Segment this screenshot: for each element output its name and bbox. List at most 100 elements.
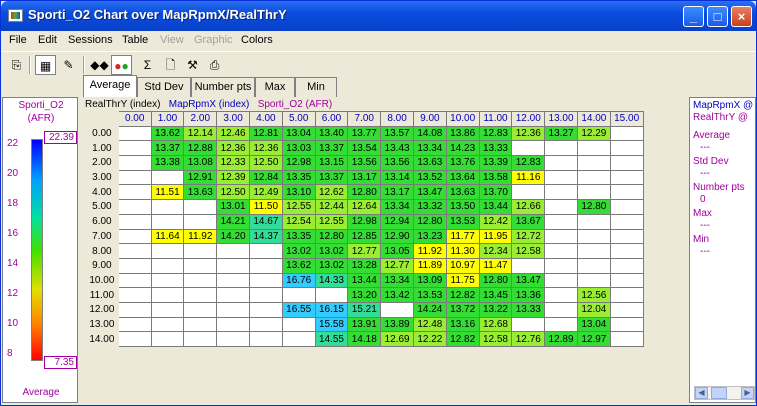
grid-cell[interactable]: 13.34 [380,199,414,215]
grid-cell[interactable]: 12.80 [347,184,382,201]
grid-cell[interactable]: 12.49 [248,184,283,201]
grid-cell[interactable] [609,169,644,186]
grid-cell[interactable]: 13.27 [544,125,578,142]
grid-cell[interactable] [150,257,185,274]
grid-cell[interactable]: 12.88 [183,140,218,157]
grid-cell[interactable] [511,140,546,157]
grid-cell[interactable] [544,301,578,318]
grid-cell[interactable] [609,287,644,303]
grid-cell[interactable] [248,272,283,289]
grid-cell[interactable]: 13.86 [445,125,480,142]
grid-cell[interactable]: 13.02 [314,257,349,274]
grid-cell[interactable] [216,301,250,318]
table-view-icon[interactable]: ▦ [35,55,56,75]
grid-cell[interactable] [183,257,218,274]
grid-cell[interactable]: 11.51 [150,184,185,201]
tab-max[interactable]: Max [255,77,295,97]
grid-cell[interactable]: 15.21 [347,301,382,318]
grid-cell[interactable]: 12.56 [576,287,611,303]
grid-cell[interactable]: 16.15 [314,301,349,318]
grid-cell[interactable]: 13.04 [281,125,316,142]
title-bar[interactable]: Sporti_O2 Chart over MapRpmX/RealThrY _ … [1,1,756,31]
grid-cell[interactable]: 13.36 [511,287,546,303]
grid-cell[interactable] [281,287,316,303]
grid-cell[interactable] [576,169,611,186]
grid-cell[interactable] [609,316,644,333]
grid-cell[interactable]: 14.24 [412,301,447,318]
grid-cell[interactable] [117,301,152,318]
grid-cell[interactable]: 13.77 [347,125,382,142]
grid-cell[interactable] [609,331,644,347]
grid-cell[interactable] [183,213,218,230]
grid-cell[interactable] [150,199,185,215]
grid-cell[interactable]: 12.98 [347,213,382,230]
grid-cell[interactable]: 13.17 [347,169,382,186]
menu-file[interactable]: File [9,34,27,46]
grid-cell[interactable]: 12.69 [380,331,414,347]
grid-cell[interactable]: 12.80 [478,272,513,289]
grid-cell[interactable]: 12.55 [314,213,349,230]
grid-cell[interactable] [576,213,611,230]
grid-cell[interactable] [216,257,250,274]
grid-cell[interactable] [544,287,578,303]
grid-cell[interactable]: 12.58 [511,243,546,259]
grid-cell[interactable]: 11.16 [511,169,546,186]
grid-cell[interactable]: 13.28 [347,257,382,274]
grid-cell[interactable]: 13.43 [380,140,414,157]
horizontal-scrollbar[interactable]: ◀ ▶ [694,386,755,400]
grid-cell[interactable]: 11.77 [445,228,480,245]
grid-cell[interactable]: 13.10 [281,184,316,201]
grid-cell[interactable] [117,316,152,333]
grid-cell[interactable] [150,287,185,303]
grid-cell[interactable]: 13.47 [511,272,546,289]
grid-cell[interactable] [216,331,250,347]
grid-cell[interactable]: 13.62 [281,257,316,274]
grid-cell[interactable]: 12.58 [478,331,513,347]
points-icon[interactable]: ◆◆ [89,55,110,75]
scroll-left-icon[interactable]: ◀ [695,387,708,399]
grid-cell[interactable]: 11.50 [248,199,283,215]
grid-cell[interactable]: 12.81 [248,125,283,142]
grid-cell[interactable]: 13.20 [347,287,382,303]
grid-cell[interactable] [544,140,578,157]
grid-cell[interactable]: 12.98 [281,155,316,171]
tab-number-pts[interactable]: Number pts [191,77,255,97]
grid-cell[interactable] [117,155,152,171]
grid-cell[interactable] [380,301,414,318]
grid-cell[interactable]: 12.77 [347,243,382,259]
grid-cell[interactable]: 13.32 [412,199,447,215]
grid-cell[interactable]: 10.97 [445,257,480,274]
legend-min-box[interactable]: 7.35 [44,356,77,369]
grid-cell[interactable] [248,331,283,347]
grid-cell[interactable]: 13.02 [314,243,349,259]
grid-cell[interactable]: 13.34 [380,272,414,289]
grid-cell[interactable] [117,331,152,347]
grid-cell[interactable] [609,243,644,259]
copy-icon[interactable]: ⎘ [6,55,27,75]
grid-cell[interactable]: 12.89 [544,331,578,347]
grid-cell[interactable] [248,316,283,333]
grid-cell[interactable]: 14.55 [314,331,349,347]
grid-cell[interactable]: 12.36 [248,140,283,157]
grid-cell[interactable]: 12.54 [281,213,316,230]
grid-cell[interactable]: 14.20 [216,228,250,245]
grid-cell[interactable]: 13.33 [478,140,513,157]
color-points-icon[interactable]: ●● [111,55,132,75]
grid-cell[interactable] [609,228,644,245]
close-button[interactable]: × [731,6,752,27]
grid-cell[interactable]: 12.82 [445,331,480,347]
grid-cell[interactable] [248,243,283,259]
grid-cell[interactable]: 14.37 [248,228,283,245]
statistics-icon[interactable]: Σ [137,55,158,75]
grid-cell[interactable]: 13.57 [380,125,414,142]
menu-edit[interactable]: Edit [38,34,57,46]
grid-cell[interactable] [183,301,218,318]
grid-cell[interactable]: 14.33 [314,272,349,289]
grid-cell[interactable]: 12.29 [576,125,611,142]
menu-table[interactable]: Table [122,34,148,46]
grid-cell[interactable]: 12.77 [380,257,414,274]
grid-cell[interactable] [183,272,218,289]
grid-cell[interactable] [150,272,185,289]
grid-cell[interactable] [216,287,250,303]
grid-cell[interactable]: 13.67 [511,213,546,230]
